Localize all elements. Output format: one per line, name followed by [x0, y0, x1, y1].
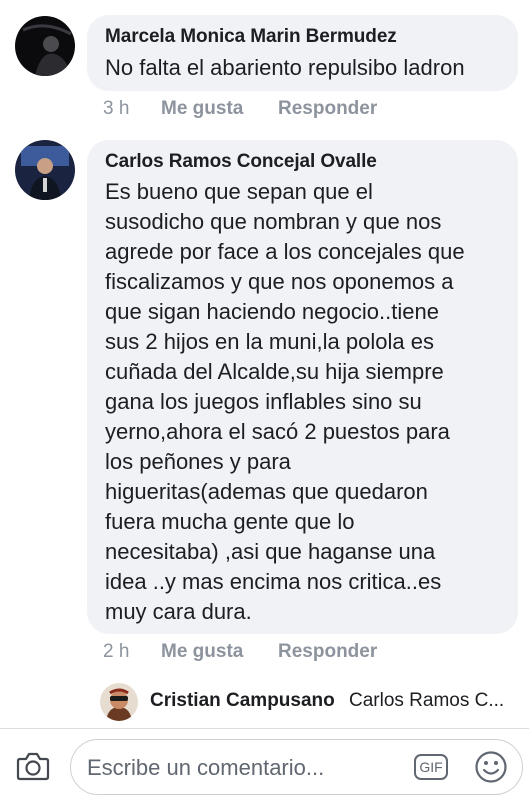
- comment-line: yerno,ahora el sacó 2 puestos para: [105, 419, 450, 444]
- comment-line: sus 2 hijos en la muni,la polola es: [105, 329, 434, 354]
- comment-line: fuera mucha gente que lo: [105, 509, 355, 534]
- comment-line: Es bueno que sepan que el: [105, 179, 373, 204]
- comment-bubble: Carlos Ramos Concejal Ovalle Es bueno qu…: [87, 140, 518, 634]
- comment-line: higueritas(ademas que quedaron: [105, 479, 428, 504]
- comment-input-box[interactable]: GIF: [70, 739, 523, 795]
- comment-line: muy cara dura.: [105, 599, 252, 624]
- comment-text: No falta el abariento repulsibo ladron: [105, 55, 465, 80]
- camera-icon[interactable]: [16, 751, 50, 781]
- comment-composer: GIF: [0, 729, 529, 803]
- gif-button[interactable]: GIF: [414, 754, 448, 780]
- comment-line: fiscalizamos y que nos oponemos a: [105, 269, 454, 294]
- reply-snippet: Carlos Ramos C...: [349, 690, 505, 711]
- comment-line: cuñada del Alcalde,su hija siempre: [105, 359, 444, 384]
- like-button[interactable]: Me gusta: [161, 641, 243, 663]
- comment-actions: 3 h Me gusta Responder: [0, 98, 529, 122]
- comment-timestamp[interactable]: 3 h: [103, 98, 129, 120]
- reply-author[interactable]: Cristian Campusano: [150, 690, 335, 712]
- avatar-marcela[interactable]: [15, 16, 75, 76]
- comment-line: los peñones y para: [105, 449, 291, 474]
- comment-bubble: Marcela Monica Marin Bermudez No falta e…: [87, 15, 518, 91]
- comment-line: gana los juegos inflables sino su: [105, 389, 422, 414]
- comment-text: Es bueno que sepan que el susodicho que …: [105, 177, 500, 627]
- comment-input[interactable]: [85, 752, 399, 784]
- comment-line: necesitaba) ,asi que haganse una: [105, 539, 436, 564]
- avatar-cristian: [100, 683, 138, 721]
- emoji-icon[interactable]: [474, 750, 508, 784]
- comment-line: susodicho que nombran y que nos: [105, 209, 442, 234]
- comment-author[interactable]: Marcela Monica Marin Bermudez: [105, 25, 500, 49]
- reply-button[interactable]: Responder: [278, 98, 377, 120]
- reply-button[interactable]: Responder: [278, 641, 377, 663]
- comment-line: idea ..y mas encima nos critica..es: [105, 569, 442, 594]
- reply-preview[interactable]: Cristian Campusano Carlos Ramos C...: [0, 682, 529, 722]
- comment-actions: 2 h Me gusta Responder: [0, 641, 529, 665]
- like-button[interactable]: Me gusta: [161, 98, 243, 120]
- avatar-carlos[interactable]: [15, 140, 75, 200]
- comment-line: que sigan haciendo negocio..tiene: [105, 299, 439, 324]
- comment-line: agrede por face a los concejales que: [105, 239, 465, 264]
- comment-author[interactable]: Carlos Ramos Concejal Ovalle: [105, 150, 500, 174]
- comment-timestamp[interactable]: 2 h: [103, 641, 129, 663]
